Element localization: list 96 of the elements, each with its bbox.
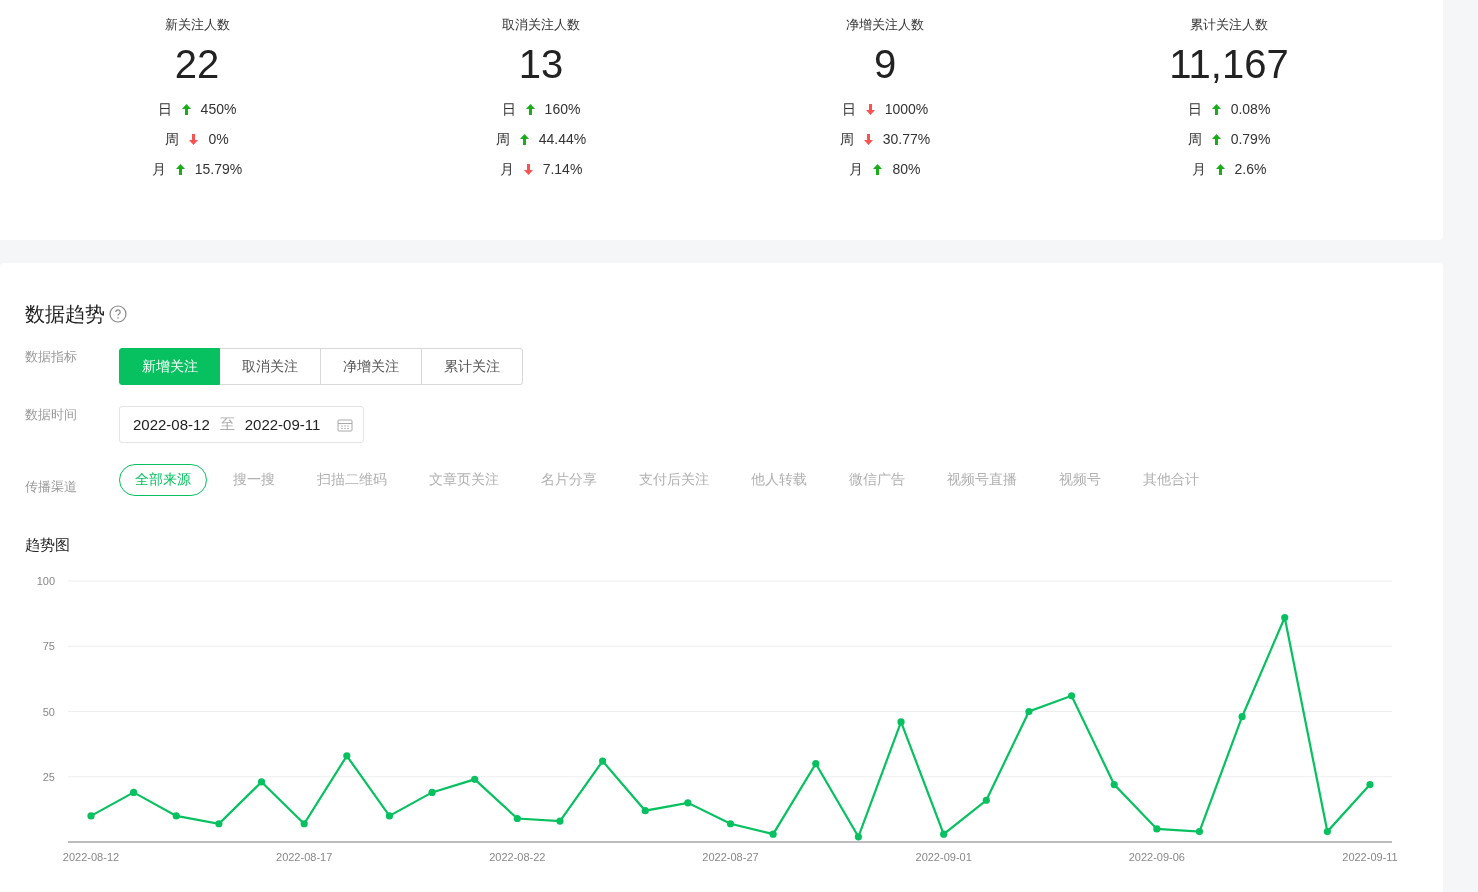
channel-filter[interactable]: 他人转载 [735, 464, 823, 496]
stat-value: 11,167 [1169, 41, 1289, 88]
metric-tab[interactable]: 净增关注 [321, 348, 422, 385]
data-point [812, 760, 820, 768]
data-point [257, 778, 266, 786]
data-point [599, 757, 607, 765]
channel-filter[interactable]: 扫描二维码 [301, 464, 403, 496]
data-point [87, 812, 95, 820]
stat-title: 累计关注人数 [1190, 16, 1268, 34]
data-point [385, 812, 394, 820]
data-point [1067, 692, 1076, 700]
data-point [1110, 781, 1118, 789]
field-label: 数据时间 [25, 406, 78, 424]
metric-tab[interactable]: 累计关注 [422, 348, 523, 385]
data-point [343, 752, 351, 760]
stat-title: 取消关注人数 [502, 16, 580, 34]
period-label: 月 [499, 160, 514, 179]
data-point [641, 807, 649, 815]
x-tick-label: 2022-09-11 [1342, 851, 1398, 863]
y-tick-label: 50 [42, 705, 55, 718]
stat-value: 9 [873, 41, 897, 88]
channel-filter[interactable]: 搜一搜 [217, 464, 291, 496]
data-point [982, 796, 990, 804]
data-point [1366, 781, 1374, 789]
calendar-icon [337, 417, 353, 432]
channel-filter[interactable]: 文章页关注 [413, 464, 515, 496]
chart-title: 趋势图 [25, 536, 71, 555]
change-percent: 450% [200, 100, 237, 119]
channel-filter[interactable]: 视频号 [1043, 464, 1117, 496]
field-label: 数据指标 [25, 348, 78, 366]
data-point [172, 812, 180, 820]
data-point [513, 814, 521, 823]
metric-tab[interactable]: 取消关注 [220, 348, 321, 385]
period-label: 日 [841, 100, 856, 119]
period-label: 周 [495, 130, 510, 149]
change-percent: 160% [544, 100, 581, 119]
section-title: 数据趋势 [25, 301, 105, 327]
data-point [897, 718, 905, 726]
data-point [1195, 827, 1204, 836]
data-point [215, 820, 223, 828]
change-percent: 2.6% [1234, 160, 1267, 179]
channel-filter[interactable]: 支付后关注 [623, 464, 725, 496]
data-point [556, 817, 564, 825]
change-percent: 0.79% [1230, 130, 1271, 149]
stat-value: 22 [174, 41, 220, 88]
period-label: 日 [1187, 100, 1202, 119]
period-label: 月 [1191, 160, 1206, 179]
change-percent: 30.77% [882, 130, 931, 149]
data-point [300, 820, 308, 828]
metric-tab[interactable]: 新增关注 [119, 348, 220, 385]
date-range-field[interactable]: 2022-08-12 至 2022-09-11 [119, 406, 364, 443]
data-point [1281, 613, 1289, 622]
change-percent: 1000% [884, 100, 929, 119]
change-percent: 7.14% [542, 160, 583, 179]
period-label: 周 [165, 130, 180, 149]
period-label: 日 [501, 100, 516, 119]
x-tick-label: 2022-08-12 [62, 851, 120, 863]
field-label: 传播渠道 [25, 478, 78, 496]
change-percent: 80% [892, 160, 921, 179]
channel-filter[interactable]: 名片分享 [525, 464, 613, 496]
stat-title: 净增关注人数 [846, 16, 924, 34]
x-tick-label: 2022-08-27 [702, 851, 759, 863]
channel-filter[interactable]: 视频号直播 [931, 464, 1033, 496]
y-tick-label: 75 [42, 640, 55, 653]
period-label: 周 [839, 130, 854, 149]
x-tick-label: 2022-09-01 [915, 851, 972, 863]
data-point [1025, 707, 1033, 716]
period-label: 日 [157, 100, 172, 119]
x-tick-label: 2022-09-06 [1128, 851, 1185, 863]
x-tick-label: 2022-08-17 [276, 851, 333, 863]
change-percent: 0.08% [1230, 100, 1271, 119]
data-point [940, 830, 948, 838]
y-tick-label: 25 [42, 770, 55, 783]
y-tick-label: 100 [36, 575, 55, 587]
data-point [726, 820, 735, 828]
period-label: 周 [1187, 130, 1202, 149]
change-percent: 0% [208, 130, 229, 149]
x-tick-label: 2022-08-22 [489, 851, 546, 863]
data-point [684, 799, 692, 807]
stat-value: 13 [518, 41, 564, 88]
channel-filter[interactable]: 微信广告 [833, 464, 921, 496]
change-percent: 15.79% [194, 160, 243, 179]
data-point [130, 788, 138, 796]
period-label: 月 [151, 160, 166, 179]
data-point [769, 830, 777, 838]
help-icon[interactable] [109, 305, 127, 323]
data-point [1238, 713, 1246, 721]
data-point [471, 775, 479, 783]
change-percent: 44.44% [538, 130, 587, 149]
data-point [1153, 825, 1161, 833]
stat-title: 新关注人数 [164, 16, 230, 34]
period-label: 月 [849, 160, 864, 179]
data-point [1323, 827, 1331, 836]
channel-filter[interactable]: 其他合计 [1127, 464, 1215, 496]
data-point [428, 788, 436, 796]
data-point [854, 833, 862, 841]
